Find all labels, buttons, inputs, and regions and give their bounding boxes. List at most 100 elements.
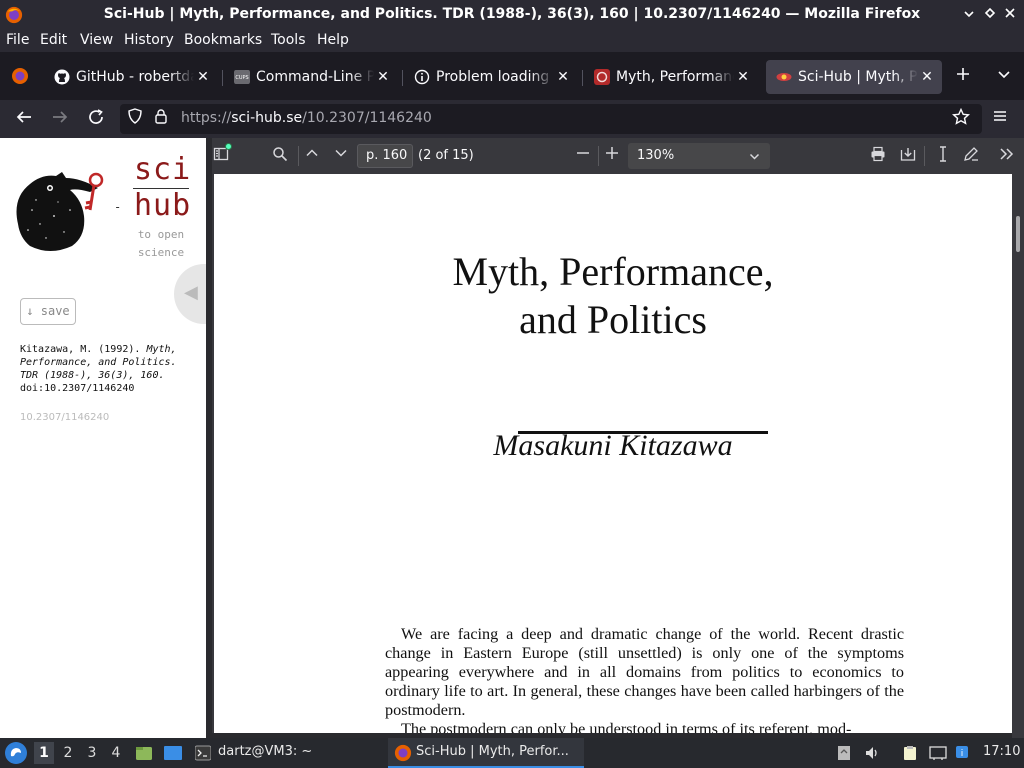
menu-help[interactable]: Help — [317, 32, 349, 48]
doi-link[interactable]: 10.2307/1146240 — [20, 412, 109, 423]
scrollbar-thumb[interactable] — [1016, 216, 1020, 252]
citation-doi: doi:10.2307/1146240 — [20, 383, 135, 394]
info-icon — [414, 69, 430, 85]
workspace-4[interactable]: 4 — [106, 742, 126, 764]
scihub-logo-hub: hub — [134, 188, 192, 223]
draw-pencil-icon[interactable] — [961, 146, 981, 166]
network-icon[interactable] — [929, 745, 947, 761]
tab-scihub[interactable]: Sci-Hub | Myth, Pe ✕ — [766, 60, 942, 94]
bookmark-star-icon[interactable] — [950, 107, 972, 130]
tab-strip: GitHub - robertdav ✕ CUPS Command-Line P… — [0, 52, 1024, 100]
tab-cups[interactable]: CUPS Command-Line Pri ✕ — [224, 60, 398, 94]
tab-problem-loading[interactable]: Problem loading pa ✕ — [404, 60, 578, 94]
workspace-3[interactable]: 3 — [82, 742, 102, 764]
tab-github[interactable]: GitHub - robertdav ✕ — [44, 60, 218, 94]
start-menu-icon[interactable] — [4, 741, 28, 765]
close-tab-icon[interactable]: ✕ — [194, 69, 212, 85]
close-tab-icon[interactable]: ✕ — [918, 69, 936, 85]
notification-info-icon[interactable]: i — [955, 745, 971, 761]
menu-history[interactable]: History — [124, 32, 174, 48]
menu-view[interactable]: View — [80, 32, 113, 48]
paragraph: We are facing a deep and dramatic change… — [385, 625, 904, 719]
clipboard-icon[interactable] — [902, 745, 918, 761]
back-button[interactable] — [13, 108, 35, 130]
viewer-left-border — [206, 138, 212, 738]
taskbar-firefox-button[interactable]: Sci-Hub | Myth, Perfor... — [388, 738, 584, 768]
svg-text:CUPS: CUPS — [235, 75, 248, 81]
zoom-select[interactable]: 130% — [628, 143, 770, 169]
pdf-toolbar: p. 160 (2 of 15) 130% — [206, 138, 1024, 174]
menu-tools[interactable]: Tools — [271, 32, 306, 48]
tab-label: GitHub - robertdav — [76, 69, 194, 85]
github-icon — [54, 69, 70, 85]
desktop: Sci-Hub | Myth, Performance, and Politic… — [0, 0, 1024, 768]
close-window-button[interactable] — [1000, 5, 1020, 25]
minimize-button[interactable] — [959, 5, 979, 25]
tab-label: Command-Line Pri — [256, 69, 374, 85]
pdf-page: Myth, Performance, and Politics Masakuni… — [214, 174, 1012, 738]
clock[interactable]: 17:10 — [983, 744, 1020, 759]
url-text[interactable]: https://sci-hub.se/10.2307/1146240 — [181, 110, 432, 126]
tools-menu-icon[interactable] — [997, 146, 1017, 166]
url-scheme: https:// — [181, 110, 232, 126]
maximize-button[interactable] — [980, 5, 1000, 25]
url-bar[interactable]: https://sci-hub.se/10.2307/1146240 — [120, 104, 982, 134]
citation: Kitazawa, M. (1992). Myth, Performance, … — [20, 343, 190, 395]
pdf-viewer: p. 160 (2 of 15) 130% Myth, Performance,… — [206, 138, 1024, 738]
close-tab-icon[interactable]: ✕ — [734, 69, 752, 85]
tab-jstor[interactable]: Myth, Performance ✕ — [584, 60, 758, 94]
paper-title-line-2: and Politics — [519, 297, 707, 342]
download-icon[interactable] — [898, 146, 918, 166]
forward-button[interactable] — [49, 108, 71, 130]
notification-dot — [225, 143, 232, 150]
workspace-1[interactable]: 1 — [34, 742, 54, 764]
previous-page-icon[interactable] — [302, 146, 322, 166]
menu-bar: File Edit View History Bookmarks Tools H… — [0, 30, 1024, 52]
close-tab-icon[interactable]: ✕ — [374, 69, 392, 85]
page-number-input[interactable]: p. 160 — [357, 144, 413, 168]
taskbar-terminal-label[interactable]: dartz@VM3: ~ — [218, 744, 312, 759]
tagline-line-1: to open — [137, 228, 185, 241]
new-tab-button[interactable] — [952, 66, 974, 88]
tab-label: Sci-Hub | Myth, Pe — [798, 69, 918, 85]
reload-button[interactable] — [85, 108, 107, 130]
file-manager-icon[interactable] — [135, 744, 153, 762]
firefox-view-icon[interactable] — [9, 66, 31, 88]
zoom-value: 130% — [637, 148, 675, 163]
tracking-protection-shield-icon[interactable] — [124, 108, 146, 130]
window-title: Sci-Hub | Myth, Performance, and Politic… — [103, 6, 921, 22]
zoom-in-icon[interactable] — [602, 146, 622, 166]
url-path: /10.2307/1146240 — [302, 110, 432, 126]
paper-body: We are facing a deep and dramatic change… — [385, 625, 904, 738]
close-tab-icon[interactable]: ✕ — [554, 69, 572, 85]
print-icon[interactable] — [868, 146, 888, 166]
tab-label: Myth, Performance — [616, 69, 734, 85]
menu-file[interactable]: File — [6, 32, 29, 48]
next-page-icon[interactable] — [331, 146, 351, 166]
logo-dash: - — [114, 200, 122, 214]
vertical-scrollbar[interactable] — [1012, 174, 1024, 738]
menu-edit[interactable]: Edit — [40, 32, 67, 48]
upload-tray-icon[interactable] — [836, 745, 852, 761]
cups-icon: CUPS — [234, 70, 250, 84]
taskbar: 1 2 3 4 dartz@VM3: ~ Sci-Hub | Myth, Per… — [0, 738, 1024, 768]
tab-label: Problem loading pa — [436, 69, 554, 85]
menu-bookmarks[interactable]: Bookmarks — [184, 32, 262, 48]
find-search-icon[interactable] — [270, 146, 290, 166]
tagline-line-2: science — [137, 246, 185, 259]
text-select-cursor-icon[interactable] — [933, 146, 953, 166]
lock-icon[interactable] — [150, 108, 172, 130]
hamburger-menu-icon[interactable] — [989, 108, 1011, 130]
chevron-down-icon — [749, 143, 760, 172]
scihub-sidebar: sci hub - to open science ◀ ↓ save Kitaz… — [0, 138, 214, 738]
scihub-raven-logo — [16, 172, 104, 251]
zoom-out-icon[interactable] — [573, 146, 593, 166]
save-button[interactable]: ↓ save — [20, 298, 76, 325]
url-host: sci-hub.se — [231, 110, 303, 126]
list-all-tabs-button[interactable] — [993, 66, 1015, 88]
workspace-2[interactable]: 2 — [58, 742, 78, 764]
page-count: (2 of 15) — [418, 148, 474, 163]
scihub-icon — [776, 73, 792, 81]
volume-icon[interactable] — [864, 745, 880, 761]
desktop-icon[interactable] — [163, 744, 183, 762]
